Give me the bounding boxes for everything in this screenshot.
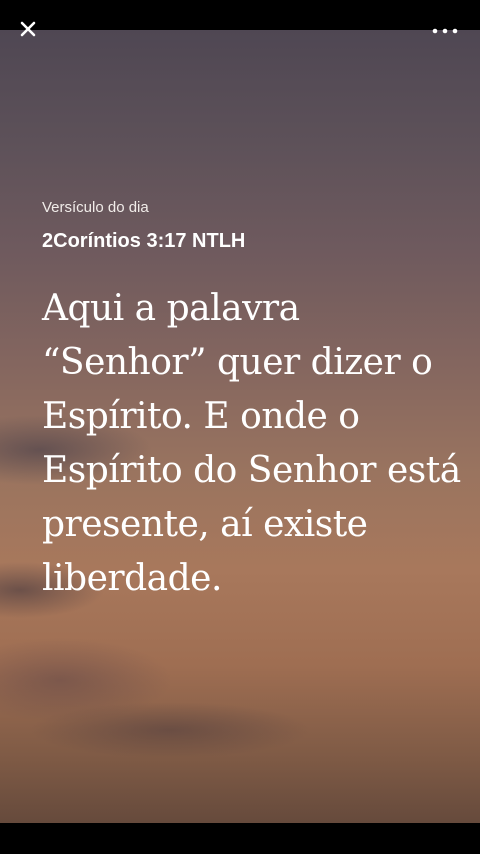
verse-card[interactable]: Versículo do dia 2Coríntios 3:17 NTLH Aq… (42, 198, 462, 606)
verse-of-day-label: Versículo do dia (42, 199, 149, 216)
close-button[interactable] (17, 18, 39, 40)
close-icon (20, 21, 36, 37)
more-options-icon (432, 28, 458, 34)
more-options-button[interactable] (430, 22, 460, 34)
bottom-bar (0, 823, 480, 854)
top-bar (0, 0, 480, 30)
verse-of-day-screen: Versículo do dia 2Coríntios 3:17 NTLH Aq… (0, 0, 480, 854)
verse-reference: 2Coríntios 3:17 NTLH (42, 230, 246, 252)
verse-text: Aqui a palavra “Senhor” quer dizer o Esp… (42, 288, 461, 599)
